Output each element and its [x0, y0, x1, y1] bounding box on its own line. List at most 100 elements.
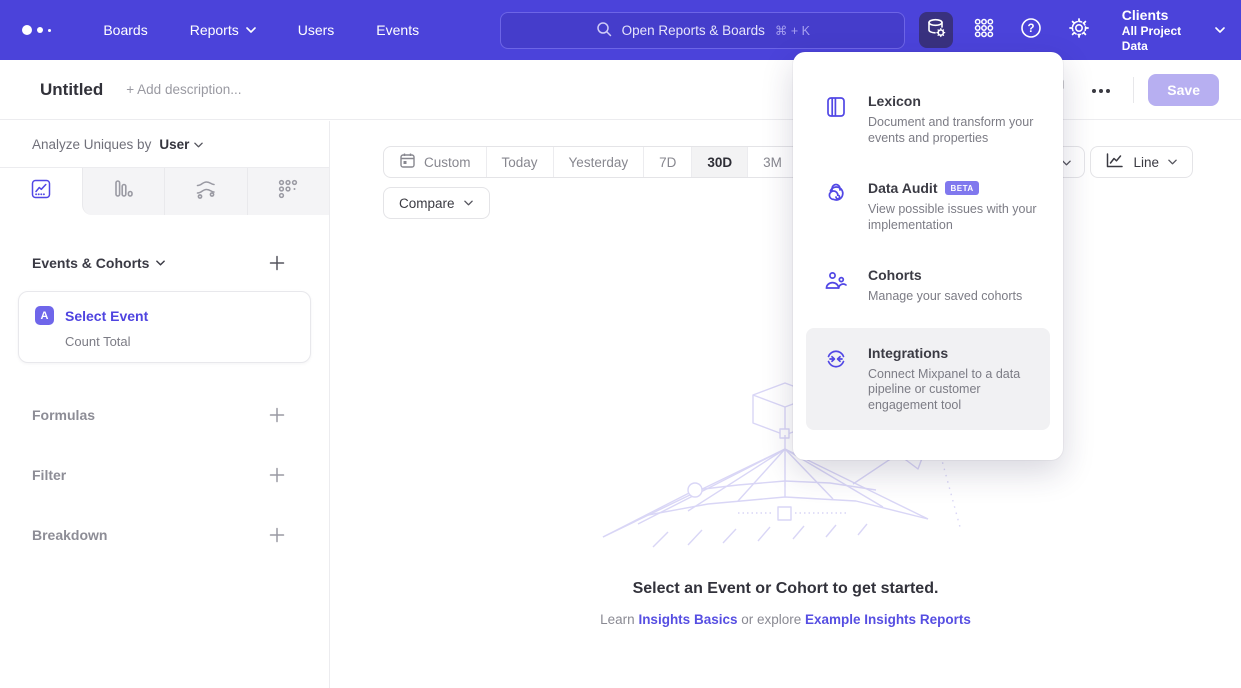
cohorts-description: Manage your saved cohorts — [868, 289, 1043, 305]
lexicon-book-icon — [824, 95, 848, 119]
nav-users-label: Users — [298, 22, 335, 38]
svg-text:?: ? — [1028, 23, 1035, 35]
formulas-section: Formulas — [32, 407, 285, 423]
header-divider — [1133, 77, 1134, 103]
compare-label: Compare — [399, 196, 455, 211]
insights-basics-link[interactable]: Insights Basics — [638, 612, 737, 627]
nav-users[interactable]: Users — [298, 22, 335, 38]
flows-tab-icon — [194, 177, 218, 206]
select-event-button[interactable]: Select Event — [65, 308, 148, 324]
analyze-uniques-dropdown[interactable]: Analyze Uniques by User — [32, 137, 329, 152]
range-7d[interactable]: 7D — [643, 147, 691, 177]
analyze-prefix-label: Analyze Uniques by — [32, 137, 151, 152]
database-gear-icon — [924, 16, 948, 45]
range-custom[interactable]: Custom — [384, 147, 486, 177]
add-event-button[interactable] — [269, 255, 285, 271]
calendar-icon — [399, 152, 416, 172]
report-canvas: Custom Today Yesterday 7D 30D 3M 6M Comp… — [330, 121, 1241, 688]
cohorts-people-icon — [824, 269, 848, 293]
nav-reports[interactable]: Reports — [190, 22, 256, 38]
data-management-button[interactable] — [919, 12, 953, 48]
global-search-input[interactable]: Open Reports & Boards ⌘ + K — [500, 12, 905, 49]
more-options-button[interactable] — [1087, 76, 1115, 104]
nav-events[interactable]: Events — [376, 22, 419, 38]
line-chart-icon — [1105, 152, 1124, 172]
menu-item-integrations[interactable]: Integrations Connect Mixpanel to a data … — [806, 328, 1050, 431]
events-cohorts-dropdown[interactable]: Events & Cohorts — [32, 255, 166, 271]
nav-boards[interactable]: Boards — [103, 22, 147, 38]
chart-type-dropdown[interactable]: Line — [1090, 146, 1193, 178]
nav-boards-label: Boards — [103, 22, 147, 38]
filter-label: Filter — [32, 467, 66, 483]
data-audit-lock-icon — [824, 182, 848, 206]
beta-badge: BETA — [945, 181, 978, 195]
help-button[interactable]: ? — [1015, 12, 1049, 48]
tab-retention-grid[interactable] — [247, 168, 330, 215]
search-shortcut: ⌘ + K — [775, 23, 810, 38]
search-placeholder: Open Reports & Boards — [622, 23, 765, 38]
breakdown-section: Breakdown — [32, 527, 285, 543]
event-metric-dropdown[interactable]: Count Total — [65, 334, 294, 349]
range-30d[interactable]: 30D — [691, 147, 747, 177]
empty-state-title: Select an Event or Cohort to get started… — [330, 580, 1241, 598]
range-custom-label: Custom — [424, 155, 471, 170]
learn-prefix: Learn — [600, 612, 638, 627]
menu-item-lexicon[interactable]: Lexicon Document and transform your even… — [793, 76, 1063, 163]
dots-grid-tab-icon — [276, 177, 300, 206]
breakdown-label: Breakdown — [32, 527, 107, 543]
mixpanel-logo-icon[interactable] — [22, 23, 54, 37]
ellipsis-icon — [1091, 81, 1111, 99]
example-insights-reports-link[interactable]: Example Insights Reports — [805, 612, 971, 627]
tab-flows[interactable] — [164, 168, 247, 215]
chevron-down-icon — [1062, 160, 1072, 166]
project-switcher[interactable]: Clients All Project Data — [1122, 7, 1225, 54]
chevron-down-icon — [464, 200, 474, 206]
add-filter-button[interactable] — [269, 467, 285, 483]
event-card[interactable]: A Select Event Count Total — [18, 291, 311, 363]
settings-button[interactable] — [1062, 12, 1096, 48]
data-audit-title: Data Audit — [868, 180, 937, 196]
range-today[interactable]: Today — [486, 147, 553, 177]
tab-bar-chart[interactable] — [82, 168, 165, 215]
chart-type-tabs — [0, 167, 329, 215]
date-range-segmented-control: Custom Today Yesterday 7D 30D 3M 6M — [383, 146, 848, 178]
events-cohorts-label: Events & Cohorts — [32, 255, 149, 271]
compare-dropdown[interactable]: Compare — [383, 187, 490, 219]
org-name: Clients — [1122, 7, 1203, 24]
chevron-down-icon — [1168, 159, 1178, 165]
apps-grid-button[interactable] — [967, 12, 1001, 48]
save-button[interactable]: Save — [1148, 74, 1219, 106]
event-letter-badge: A — [35, 306, 54, 325]
grid-icon — [972, 16, 996, 45]
data-management-menu: Lexicon Document and transform your even… — [793, 52, 1063, 460]
data-audit-description: View possible issues with your implement… — [868, 202, 1043, 233]
integrations-sync-icon — [824, 347, 848, 371]
tab-insights-line[interactable] — [0, 168, 82, 215]
menu-item-data-audit[interactable]: Data Audit BETA View possible issues wit… — [793, 163, 1063, 250]
chevron-down-icon — [156, 260, 166, 266]
events-cohorts-header: Events & Cohorts — [32, 255, 285, 271]
search-icon — [596, 21, 612, 40]
add-formula-button[interactable] — [269, 407, 285, 423]
help-icon: ? — [1019, 16, 1043, 45]
report-description-field[interactable]: + Add description... — [126, 82, 241, 97]
nav-events-label: Events — [376, 22, 419, 38]
integrations-description: Connect Mixpanel to a data pipeline or c… — [868, 367, 1034, 414]
or-explore-text: or explore — [737, 612, 805, 627]
chevron-down-icon — [246, 27, 256, 33]
formulas-label: Formulas — [32, 407, 95, 423]
menu-item-cohorts[interactable]: Cohorts Manage your saved cohorts — [793, 250, 1063, 322]
date-range-row: Custom Today Yesterday 7D 30D 3M 6M — [383, 146, 848, 178]
range-yesterday[interactable]: Yesterday — [553, 147, 644, 177]
chevron-down-icon — [1215, 27, 1225, 33]
report-title[interactable]: Untitled — [40, 80, 103, 100]
query-sidebar: Analyze Uniques by User Events & Cohorts — [0, 121, 330, 688]
chart-type-label: Line — [1133, 155, 1159, 170]
gear-icon — [1067, 16, 1091, 45]
chevron-down-icon — [194, 142, 204, 148]
add-breakdown-button[interactable] — [269, 527, 285, 543]
nav-right-cluster: ? Clients All Project Data — [905, 7, 1241, 54]
range-3m[interactable]: 3M — [747, 147, 797, 177]
analyze-value-label: User — [159, 137, 189, 152]
top-nav: Boards Reports Users Events Open Reports… — [0, 0, 1241, 60]
